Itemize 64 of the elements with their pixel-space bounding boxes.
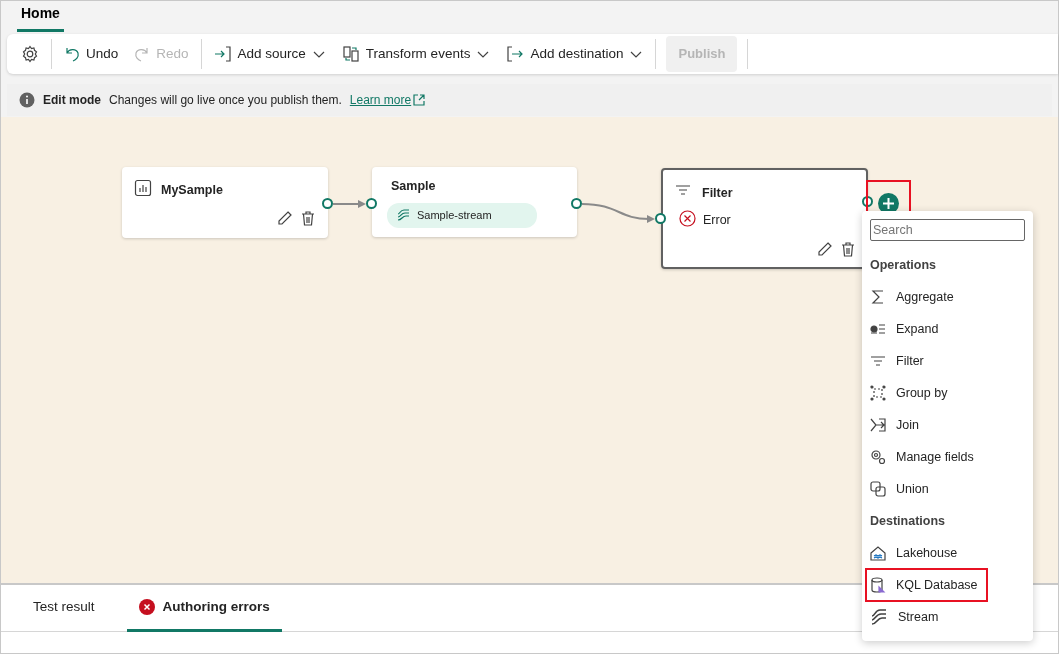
tab[interactable]: Test result — [21, 585, 107, 632]
export-icon — [506, 45, 525, 63]
undo-button[interactable]: Undo — [56, 39, 127, 69]
input-port[interactable] — [655, 213, 666, 224]
node-card[interactable]: Filter Error — [661, 168, 868, 269]
add-source-button[interactable]: Add source — [205, 39, 334, 69]
menu-section-header: Operations — [870, 256, 937, 274]
info-title: Edit mode — [43, 92, 101, 109]
connector-arrow — [332, 200, 366, 208]
menu-item[interactable]: Stream — [870, 601, 1025, 633]
error-icon — [138, 599, 155, 615]
redo-icon — [134, 46, 151, 62]
filter-icon — [675, 182, 691, 198]
union-icon — [870, 481, 886, 497]
menu-section-header: Destinations — [870, 512, 946, 530]
join-icon — [870, 417, 886, 433]
edit-icon — [277, 210, 293, 226]
search-field[interactable]: Search — [870, 219, 1025, 241]
undo-icon — [64, 46, 80, 62]
menu-item[interactable]: Lakehouse — [870, 537, 1025, 569]
output-port[interactable] — [322, 198, 333, 209]
delete-icon — [840, 241, 856, 257]
import-icon — [213, 45, 232, 63]
node-title: Filter — [702, 185, 733, 202]
stream-chip: Sample-stream — [387, 203, 537, 228]
sigma-icon — [870, 289, 886, 305]
gears-icon — [870, 449, 886, 465]
menu-item[interactable]: Union — [870, 473, 1025, 505]
edit-icon — [817, 241, 833, 257]
node-card[interactable]: Sample Sample-stream — [372, 167, 577, 237]
node-card[interactable]: MySample — [122, 167, 328, 238]
delete-icon — [300, 210, 316, 226]
input-port[interactable] — [366, 198, 377, 209]
node-title: MySample — [161, 182, 223, 199]
menu-item[interactable]: Join — [870, 409, 1025, 441]
tab[interactable]: Authoring errors — [126, 585, 282, 632]
node-title: Sample — [391, 178, 436, 195]
info-message: Changes will go live once you publish them. — [109, 92, 342, 109]
database-icon — [870, 577, 886, 593]
stream-icon — [870, 608, 888, 626]
output-port[interactable] — [862, 196, 873, 207]
add-destination-button[interactable]: Add destination — [498, 39, 652, 69]
learn-more-link[interactable]: Learn more — [349, 91, 426, 109]
info-icon — [19, 92, 35, 108]
settings-icon — [21, 45, 39, 63]
output-port[interactable] — [571, 198, 582, 209]
menu-item[interactable]: KQL Database — [866, 569, 987, 601]
house-icon — [870, 545, 886, 561]
plus-icon — [882, 197, 895, 210]
menu-item[interactable]: Group by — [870, 377, 1025, 409]
stream-icon — [397, 208, 411, 223]
chart-icon — [134, 179, 152, 197]
menu-item[interactable]: Filter — [870, 345, 1025, 377]
menu-item[interactable]: Manage fields — [870, 441, 1025, 473]
node-status: Error — [703, 212, 731, 229]
error-icon — [679, 210, 696, 227]
external-link-icon — [413, 94, 426, 106]
menu-item[interactable]: Expand — [870, 313, 1025, 345]
transform-icon — [341, 45, 360, 63]
filter-icon — [870, 353, 886, 369]
menu-item[interactable]: Aggregate — [870, 281, 1025, 313]
transform-events-button[interactable]: Transform events — [333, 39, 499, 69]
expand-icon — [870, 321, 886, 337]
group-icon — [870, 385, 886, 401]
